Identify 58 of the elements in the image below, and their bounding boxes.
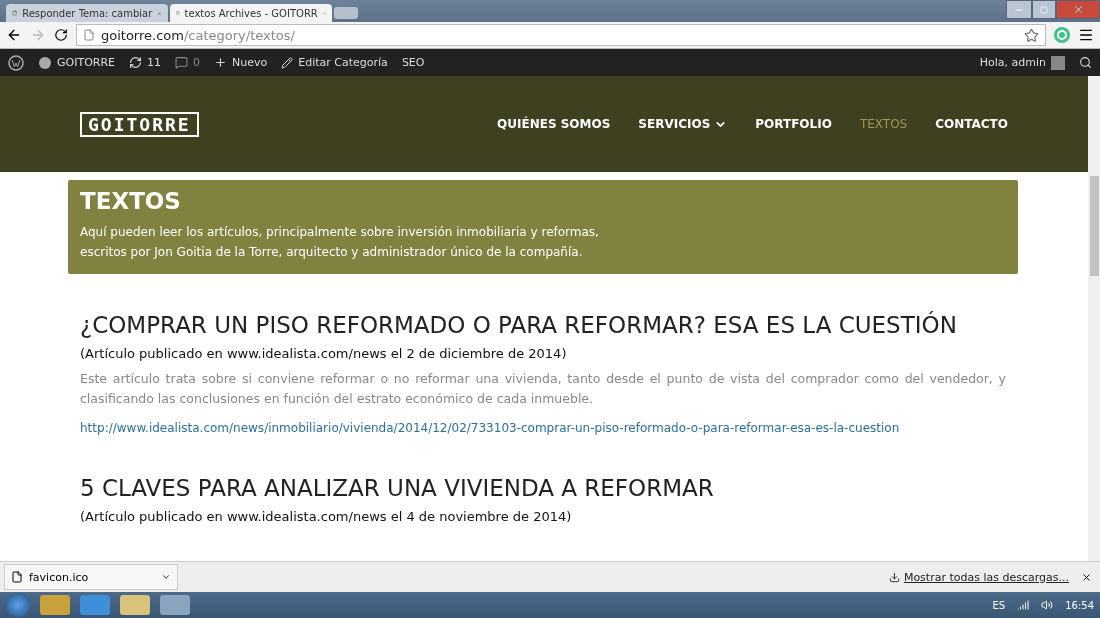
url-text: goitorre.com/category/textos/ (101, 27, 295, 43)
article-summary: Este artículo trata sobre si conviene reformar o no reformar una vivienda, tanto desde el punto de vista del comprador como del vendedor, y clasificando las conclusiones en función del estrato económico de cada inmueble. (80, 370, 1006, 408)
show-all-downloads-link[interactable]: Mostrar todas las descargas... (888, 570, 1069, 584)
account-link[interactable]: Hola, admin (979, 55, 1065, 70)
refresh-icon (129, 56, 143, 69)
reload-icon[interactable] (54, 28, 68, 42)
category-description: Aquí pueden leer los artículos, principalmente sobre inversión inmobiliaria y reformas, (80, 224, 600, 241)
comment-icon (175, 56, 189, 69)
address-field[interactable]: goitorre.com/category/textos/ (76, 24, 1046, 46)
close-icon (1072, 4, 1084, 15)
page-icon (12, 8, 18, 18)
dashboard-icon (38, 55, 52, 70)
close-icon[interactable] (1081, 571, 1092, 583)
clock[interactable]: 16:54 (1065, 599, 1094, 611)
download-icon (888, 571, 900, 583)
caret-icon[interactable] (161, 572, 171, 582)
nav-link[interactable]: PORTFOLIO (755, 117, 832, 131)
article-subtitle: (Artículo publicado en www.idealista.com/news el 4 de noviembre de 2014) (80, 509, 573, 524)
maximize-button[interactable] (1032, 0, 1056, 19)
avatar-icon (1051, 55, 1065, 70)
browser-tab[interactable]: textos Archives - GOITORR (170, 4, 332, 22)
updates-link[interactable]: 11 (129, 56, 162, 69)
language-indicator[interactable]: ES (992, 599, 1006, 611)
nav-link[interactable]: QUIÉNES SOMOS (497, 117, 611, 131)
maximize-icon (1040, 5, 1048, 14)
page-icon (176, 8, 180, 18)
plus-icon (214, 56, 228, 69)
wordpress-logo-icon[interactable] (8, 54, 24, 71)
search-icon[interactable] (1079, 56, 1092, 69)
volume-icon[interactable] (1041, 599, 1054, 611)
start-button[interactable] (6, 593, 30, 617)
back-icon[interactable] (6, 27, 22, 43)
file-icon (11, 571, 23, 583)
seo-link[interactable]: SEO (401, 56, 425, 69)
comments-link[interactable]: 0 (175, 56, 201, 69)
article-subtitle: (Artículo publicado en www.idealista.com/news el 2 de diciembre de 2014) (80, 346, 568, 361)
nav-link[interactable]: SERVICIOS (638, 117, 728, 131)
browser-tab[interactable]: Responder Tema: cambiar (6, 4, 168, 22)
menu-icon[interactable] (1078, 27, 1094, 43)
category-description: escritos por Jon Goitia de la Torre, arquitecto y administrador único de la compañía. (80, 244, 584, 261)
pencil-icon (281, 56, 294, 69)
site-logo[interactable]: GOITORRE (80, 111, 199, 137)
new-link[interactable]: Nuevo (214, 56, 268, 69)
signal-icon[interactable] (1017, 599, 1030, 611)
nav-link[interactable]: TEXTOS (859, 117, 908, 131)
article-title[interactable]: ¿COMPRAR UN PISO REFORMADO O PARA REFORMAR? ESA ES LA CUESTIÓN (80, 312, 1006, 338)
scrollbar[interactable] (1088, 76, 1100, 561)
extension-icon[interactable] (1054, 27, 1070, 43)
nav-link[interactable]: CONTACTO (935, 117, 1008, 131)
star-icon[interactable] (1024, 27, 1039, 43)
admin-site-link[interactable]: GOITORRE (38, 55, 116, 70)
download-item[interactable]: favicon.ico (4, 564, 178, 590)
article-title[interactable]: 5 CLAVES PARA ANALIZAR UNA VIVIENDA A REFORMAR (80, 475, 1006, 501)
article-link[interactable]: http://www.idealista.com/news/inmobiliario/vivienda/2014/12/02/733103-comprar-un-piso-reformado-o-para-reformar-esa-es-la-cuestion (80, 421, 1006, 435)
page-icon (83, 29, 95, 41)
edit-category-link[interactable]: Editar Categoría (281, 56, 388, 69)
category-title: TEXTOS (80, 188, 182, 214)
minimize-button[interactable] (1006, 0, 1032, 19)
